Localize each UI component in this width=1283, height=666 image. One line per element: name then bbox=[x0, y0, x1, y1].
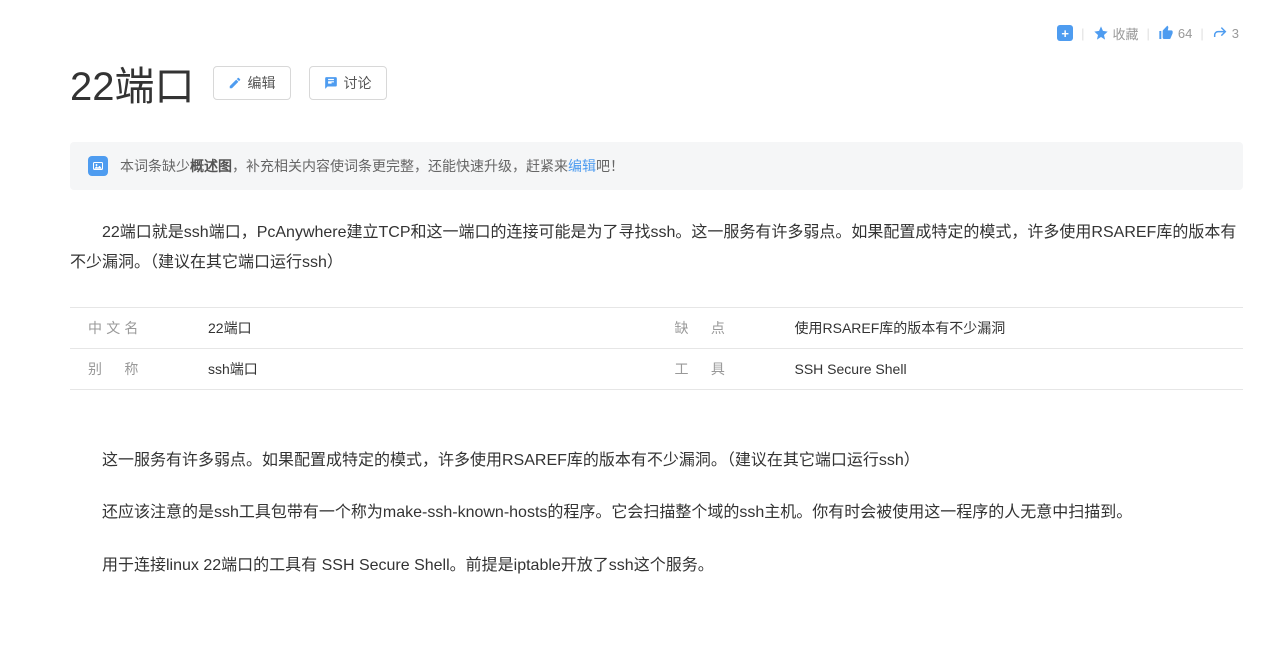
thumbs-up-icon bbox=[1158, 25, 1174, 41]
info-value: ssh端口 bbox=[208, 359, 258, 379]
star-icon bbox=[1093, 25, 1109, 41]
edit-label: 编辑 bbox=[248, 73, 276, 93]
divider: | bbox=[1081, 26, 1084, 41]
info-cell: 工 具 SSH Secure Shell bbox=[657, 349, 1244, 389]
info-label: 工 具 bbox=[675, 359, 795, 379]
notice-banner: 本词条缺少概述图，补充相关内容使词条更完整，还能快速升级，赶紧来编辑吧！ bbox=[70, 142, 1243, 190]
body-paragraph: 还应该注意的是ssh工具包带有一个称为make-ssh-known-hosts的… bbox=[70, 498, 1243, 528]
plus-icon: + bbox=[1057, 25, 1073, 41]
info-value: SSH Secure Shell bbox=[795, 361, 907, 377]
title-row: 22端口 编辑 讨论 bbox=[70, 54, 1243, 112]
like-count: 64 bbox=[1178, 26, 1192, 41]
top-action-bar: + | 收藏 | 64 | 3 bbox=[70, 20, 1243, 46]
info-cell: 中文名 22端口 bbox=[70, 308, 657, 348]
edit-button[interactable]: 编辑 bbox=[213, 66, 291, 100]
info-label: 中文名 bbox=[88, 318, 208, 338]
chat-icon bbox=[324, 76, 338, 90]
page: + | 收藏 | 64 | 3 22端口 编辑 讨论 bbox=[0, 0, 1283, 666]
share-icon bbox=[1212, 25, 1228, 41]
table-row: 别 称 ssh端口 工 具 SSH Secure Shell bbox=[70, 349, 1243, 390]
body-paragraph: 这一服务有许多弱点。如果配置成特定的模式，许多使用RSAREF库的版本有不少漏洞… bbox=[70, 446, 1243, 476]
like-button[interactable]: 64 bbox=[1158, 25, 1192, 41]
info-value: 使用RSAREF库的版本有不少漏洞 bbox=[795, 318, 1006, 338]
discuss-label: 讨论 bbox=[344, 73, 372, 93]
info-cell: 别 称 ssh端口 bbox=[70, 349, 657, 389]
add-button[interactable]: + bbox=[1057, 25, 1073, 41]
info-table: 中文名 22端口 缺 点 使用RSAREF库的版本有不少漏洞 别 称 ssh端口… bbox=[70, 307, 1243, 390]
info-cell: 缺 点 使用RSAREF库的版本有不少漏洞 bbox=[657, 308, 1244, 348]
favorite-button[interactable]: 收藏 bbox=[1093, 24, 1139, 43]
info-label: 别 称 bbox=[88, 359, 208, 379]
notice-text: 本词条缺少概述图，补充相关内容使词条更完整，还能快速升级，赶紧来编辑吧！ bbox=[120, 156, 624, 176]
intro-paragraph: 22端口就是ssh端口，PcAnywhere建立TCP和这一端口的连接可能是为了… bbox=[70, 218, 1243, 279]
notice-edit-link[interactable]: 编辑 bbox=[568, 158, 596, 174]
info-value: 22端口 bbox=[208, 318, 252, 338]
share-button[interactable]: 3 bbox=[1212, 25, 1239, 41]
share-count: 3 bbox=[1232, 26, 1239, 41]
info-label: 缺 点 bbox=[675, 318, 795, 338]
pencil-icon bbox=[228, 76, 242, 90]
favorite-label: 收藏 bbox=[1113, 24, 1139, 43]
page-title: 22端口 bbox=[70, 54, 195, 112]
divider: | bbox=[1200, 26, 1203, 41]
divider: | bbox=[1147, 26, 1150, 41]
image-icon bbox=[88, 156, 108, 176]
table-row: 中文名 22端口 缺 点 使用RSAREF库的版本有不少漏洞 bbox=[70, 308, 1243, 349]
discuss-button[interactable]: 讨论 bbox=[309, 66, 387, 100]
body-paragraph: 用于连接linux 22端口的工具有 SSH Secure Shell。前提是i… bbox=[70, 551, 1243, 581]
